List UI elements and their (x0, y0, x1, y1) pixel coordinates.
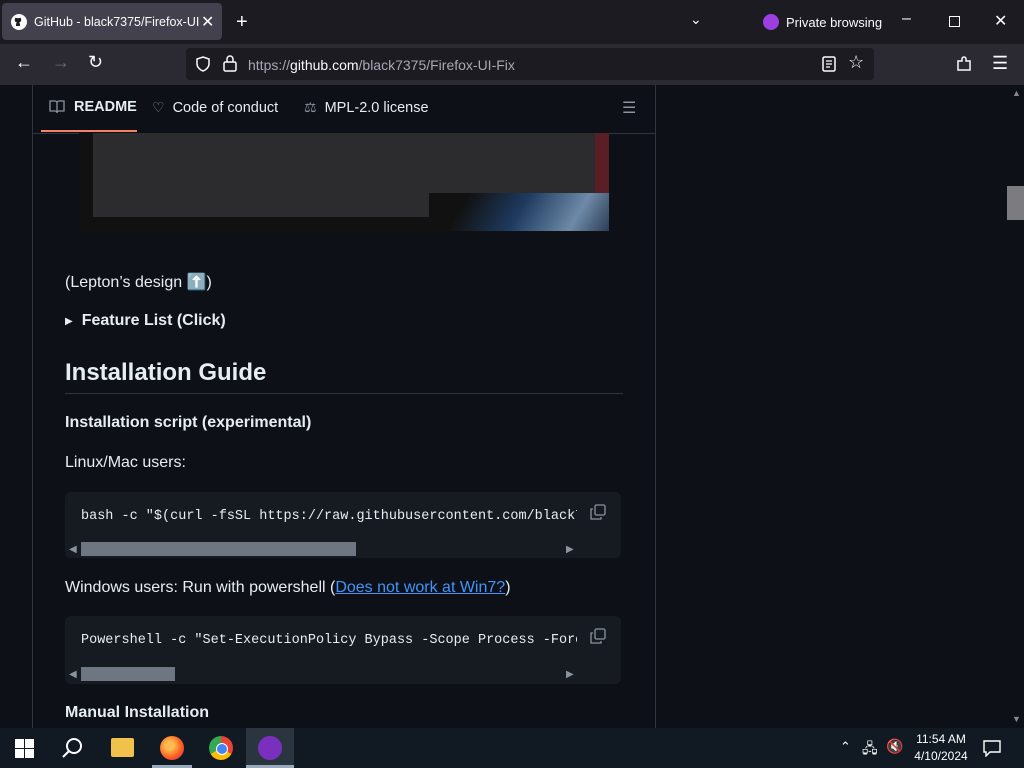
screenshot-wallpaper (429, 193, 609, 231)
notifications-icon[interactable] (983, 739, 1001, 757)
new-tab-icon[interactable]: + (236, 11, 248, 34)
back-icon[interactable]: ← (15, 52, 33, 73)
installation-guide-heading: Installation Guide (65, 359, 267, 386)
book-icon (49, 100, 65, 114)
screenshot-edge (595, 133, 609, 193)
powershell-code-block[interactable]: Powershell -c "Set-ExecutionPolicy Bypas… (65, 616, 621, 684)
lepton-caption: (Lepton’s design ⬆️) (65, 274, 212, 291)
page-content: README ♡ Code of conduct ⚖ MPL-2.0 licen… (0, 85, 1024, 728)
menu-icon[interactable]: ☰ (992, 53, 1008, 74)
extensions-icon[interactable] (956, 56, 972, 73)
shield-icon[interactable] (195, 56, 211, 72)
windows-start-icon[interactable] (15, 739, 34, 758)
lepton-screenshot-image (79, 133, 609, 233)
tab-list-chevron-icon[interactable]: ⌄ (690, 11, 702, 28)
scroll-right-arrow[interactable]: ▶ (566, 669, 574, 680)
manual-installation-heading: Manual Installation (65, 704, 210, 721)
tray-chevron-icon[interactable]: ⌃ (840, 739, 851, 755)
browser-tab[interactable]: GitHub - black7375/Firefox-UI-F ✕ (2, 3, 222, 40)
win7-link[interactable]: Does not work at Win7? (335, 579, 505, 596)
github-icon (11, 13, 27, 30)
firefox-private-icon[interactable] (258, 736, 282, 760)
forward-icon[interactable]: → (52, 52, 70, 73)
restore-icon[interactable] (949, 16, 960, 27)
bash-code-block[interactable]: bash -c "$(curl -fsSL https://raw.github… (65, 492, 621, 558)
active-tab-indicator (41, 130, 137, 132)
outline-list-icon[interactable]: ☰ (622, 98, 636, 118)
horizontal-scrollbar-thumb[interactable] (81, 667, 175, 681)
volume-muted-icon[interactable]: 🔇 (886, 738, 903, 755)
tab-license[interactable]: ⚖ MPL-2.0 license (304, 99, 429, 116)
readme-panel: README ♡ Code of conduct ⚖ MPL-2.0 licen… (32, 85, 656, 728)
readme-tab-bar: README ♡ Code of conduct ⚖ MPL-2.0 licen… (33, 85, 655, 134)
disclosure-triangle-icon: ▶ (65, 315, 73, 327)
window-close-icon[interactable]: ✕ (994, 11, 1007, 31)
scale-icon: ⚖ (304, 99, 317, 115)
scroll-down-arrow[interactable]: ▼ (1012, 714, 1021, 724)
lock-icon[interactable] (223, 55, 237, 72)
file-explorer-icon[interactable] (111, 738, 134, 757)
url-text[interactable]: https://github.com/black7375/Firefox-UI-… (248, 57, 515, 73)
page-scrollbar-thumb[interactable] (1007, 186, 1024, 220)
private-browsing-label: Private browsing (786, 15, 883, 30)
install-script-heading: Installation script (experimental) (65, 414, 312, 431)
firefox-icon[interactable] (160, 736, 184, 760)
tab-readme[interactable]: README (49, 99, 137, 115)
clock-date: 4/10/2024 (914, 749, 968, 763)
scroll-up-arrow[interactable]: ▲ (1012, 88, 1021, 98)
tab-close-icon[interactable]: ✕ (201, 12, 214, 32)
minimize-icon[interactable]: – (902, 10, 911, 28)
scroll-right-arrow[interactable]: ▶ (566, 544, 574, 555)
reload-icon[interactable]: ↻ (88, 52, 103, 73)
tab-title: GitHub - black7375/Firefox-UI-F (34, 14, 199, 29)
linux-label: Linux/Mac users: (65, 454, 186, 471)
heading-divider (65, 393, 623, 394)
clock[interactable]: 11:54 AM 4/10/2024 (906, 731, 976, 765)
chrome-icon[interactable] (209, 736, 233, 760)
bash-command[interactable]: bash -c "$(curl -fsSL https://raw.github… (81, 509, 577, 524)
copy-icon[interactable] (590, 504, 606, 520)
reader-view-icon[interactable] (822, 56, 836, 72)
clock-time: 11:54 AM (916, 732, 966, 746)
scroll-left-arrow[interactable]: ◀ (69, 669, 77, 680)
network-icon[interactable]: 🖧 (862, 738, 878, 762)
copy-icon[interactable] (590, 628, 606, 644)
private-mask-icon (763, 14, 779, 30)
bookmark-star-icon[interactable]: ☆ (848, 52, 864, 73)
tab-code-of-conduct[interactable]: ♡ Code of conduct (152, 99, 278, 116)
scroll-left-arrow[interactable]: ◀ (69, 544, 77, 555)
horizontal-scrollbar-thumb[interactable] (81, 542, 356, 556)
powershell-command[interactable]: Powershell -c "Set-ExecutionPolicy Bypas… (81, 633, 577, 648)
tab-strip: GitHub - black7375/Firefox-UI-F ✕ + ⌄ Pr… (0, 0, 1024, 44)
search-icon[interactable] (61, 737, 83, 759)
windows-instructions: Windows users: Run with powershell (Does… (65, 579, 511, 596)
heart-icon: ♡ (152, 99, 165, 115)
feature-list-toggle[interactable]: ▶ Feature List (Click) (65, 312, 226, 330)
